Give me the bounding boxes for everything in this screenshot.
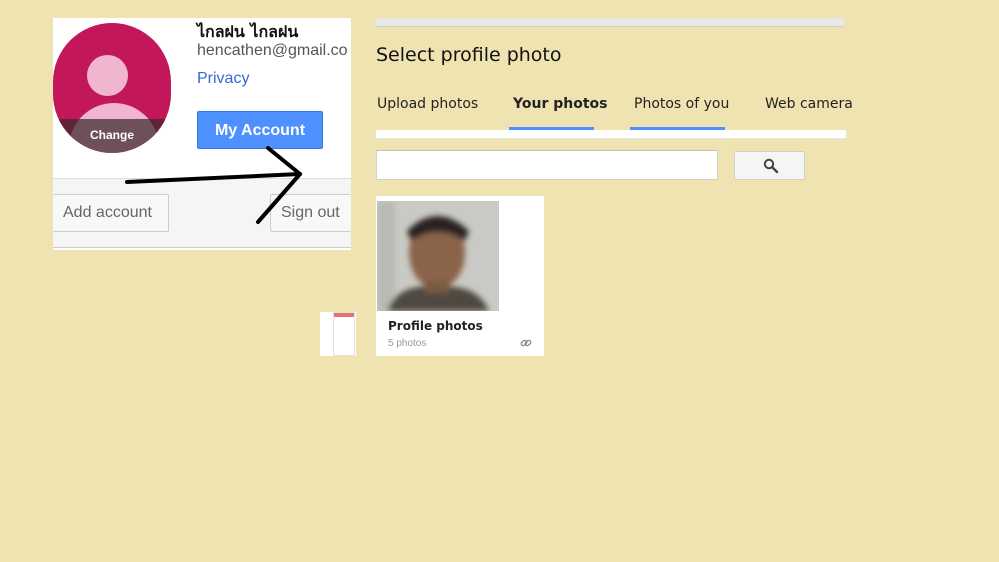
sign-out-button[interactable]: Sign out [270, 194, 351, 232]
dialog-title: Select profile photo [376, 44, 562, 66]
photo-search-input[interactable] [376, 150, 718, 180]
album-title: Profile photos [388, 319, 483, 333]
search-icon [763, 158, 779, 174]
tab-hover-indicator [630, 127, 725, 130]
avatar-head-shape [87, 55, 128, 96]
avatar-change-label[interactable]: Change [53, 119, 171, 153]
add-account-button[interactable]: Add account [53, 194, 169, 232]
scrollbar-thumb[interactable] [333, 312, 355, 356]
album-cover-photo[interactable] [377, 201, 499, 311]
scrollbar-marker [334, 313, 354, 317]
account-email: hencathen@gmail.co [197, 42, 348, 59]
privacy-link[interactable]: Privacy [197, 70, 249, 88]
my-account-button[interactable]: My Account [197, 111, 323, 149]
tab-web-camera[interactable]: Web camera [765, 96, 853, 112]
album-photo-count: 5 photos [388, 338, 427, 349]
avatar[interactable]: Change [53, 23, 171, 153]
person-portrait-image [377, 201, 499, 311]
dialog-top-strip [376, 18, 844, 27]
tab-your-photos[interactable]: Your photos [513, 96, 607, 112]
tab-photos-of-you[interactable]: Photos of you [634, 96, 729, 112]
tab-upload-photos[interactable]: Upload photos [377, 96, 478, 112]
link-icon[interactable] [519, 336, 533, 350]
tabs-divider [376, 130, 846, 139]
search-button[interactable] [734, 151, 805, 180]
tab-active-indicator [509, 127, 594, 130]
